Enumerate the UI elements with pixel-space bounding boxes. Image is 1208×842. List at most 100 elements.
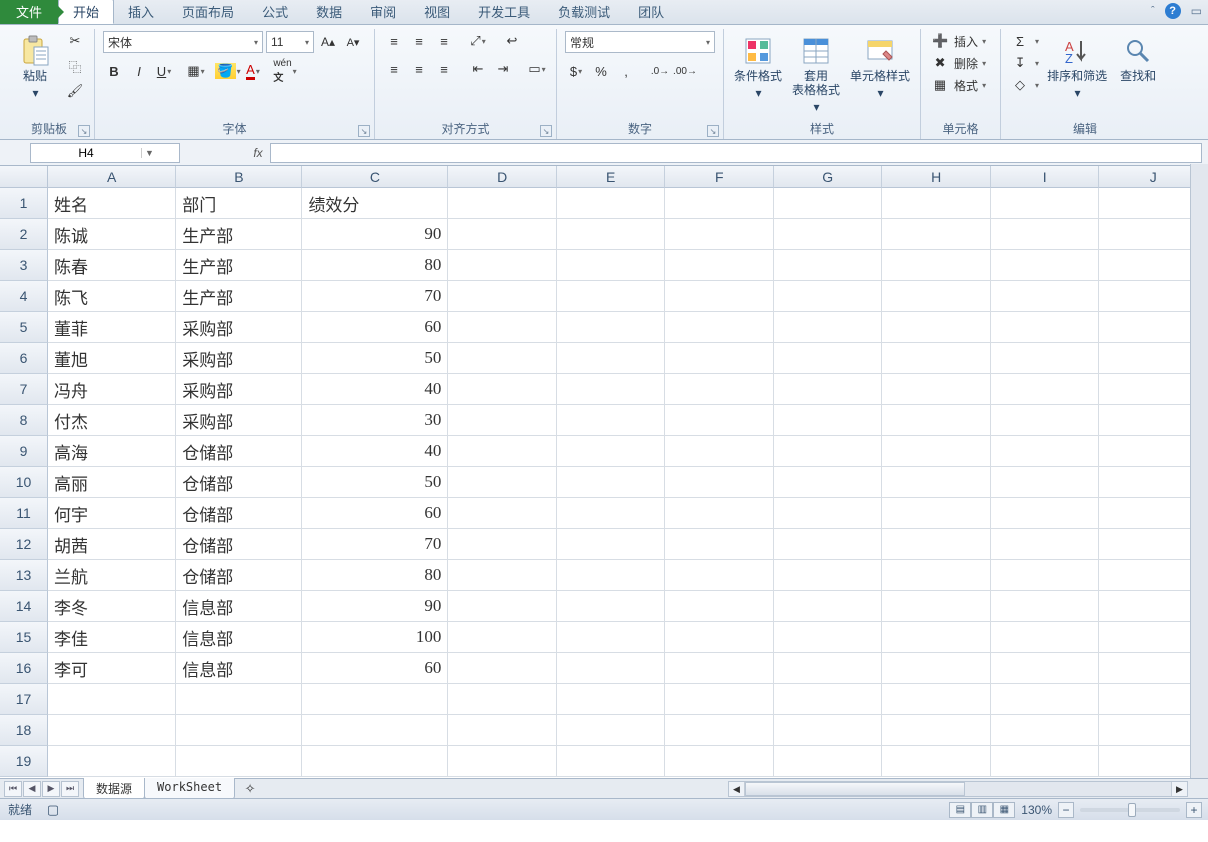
cell[interactable] <box>882 405 991 436</box>
cell[interactable]: 70 <box>302 281 448 312</box>
page-layout-view-icon[interactable]: ▥ <box>971 802 993 818</box>
cell[interactable] <box>882 312 991 343</box>
cell[interactable] <box>665 343 774 374</box>
border-button[interactable]: ▦▾ <box>185 61 207 81</box>
cell[interactable] <box>665 715 774 746</box>
cell[interactable] <box>774 343 883 374</box>
cell[interactable] <box>557 436 666 467</box>
dialog-launcher-icon[interactable]: ↘ <box>540 125 552 137</box>
column-header[interactable]: B <box>176 166 302 188</box>
cell[interactable] <box>882 653 991 684</box>
cell[interactable] <box>302 715 448 746</box>
cell[interactable]: 冯舟 <box>48 374 176 405</box>
row-header[interactable]: 13 <box>0 560 48 591</box>
dialog-launcher-icon[interactable]: ↘ <box>358 125 370 137</box>
cell[interactable] <box>774 684 883 715</box>
cell[interactable] <box>448 312 557 343</box>
cell[interactable] <box>557 281 666 312</box>
cell[interactable] <box>665 560 774 591</box>
wrap-text-icon[interactable]: ↩ <box>501 31 523 51</box>
column-header[interactable]: A <box>48 166 176 188</box>
cell[interactable]: 60 <box>302 498 448 529</box>
cell[interactable]: 采购部 <box>176 312 302 343</box>
cell[interactable] <box>557 746 666 777</box>
cell[interactable] <box>991 250 1100 281</box>
cell[interactable]: 仓储部 <box>176 529 302 560</box>
cell[interactable] <box>557 188 666 219</box>
cell[interactable] <box>991 684 1100 715</box>
align-middle-icon[interactable]: ≡ <box>408 31 430 51</box>
cell[interactable] <box>665 219 774 250</box>
tab-数据[interactable]: 数据 <box>302 0 356 24</box>
cell[interactable] <box>991 529 1100 560</box>
cell[interactable] <box>448 591 557 622</box>
cell[interactable] <box>448 498 557 529</box>
cell[interactable] <box>991 467 1100 498</box>
cell[interactable] <box>991 436 1100 467</box>
sheet-tab[interactable]: WorkSheet <box>144 778 235 800</box>
decrease-font-icon[interactable]: A▾ <box>342 32 364 52</box>
row-header[interactable]: 17 <box>0 684 48 715</box>
cell[interactable] <box>774 467 883 498</box>
decrease-indent-icon[interactable]: ⇤ <box>467 59 489 79</box>
cell[interactable] <box>774 746 883 777</box>
cell[interactable] <box>665 746 774 777</box>
bold-button[interactable]: B <box>103 61 125 81</box>
cell[interactable]: 40 <box>302 374 448 405</box>
cell[interactable]: 采购部 <box>176 374 302 405</box>
cell[interactable]: 仓储部 <box>176 560 302 591</box>
column-header[interactable]: F <box>665 166 774 188</box>
cell[interactable] <box>557 498 666 529</box>
cell[interactable]: 40 <box>302 436 448 467</box>
cell[interactable]: 90 <box>302 219 448 250</box>
macro-record-icon[interactable]: ▢ <box>42 800 64 820</box>
cell[interactable] <box>665 436 774 467</box>
cell[interactable]: 70 <box>302 529 448 560</box>
row-header[interactable]: 15 <box>0 622 48 653</box>
cut-icon[interactable]: ✂ <box>64 31 86 51</box>
cell[interactable] <box>557 715 666 746</box>
delete-button[interactable]: ✖删除▾ <box>929 53 986 73</box>
normal-view-icon[interactable]: ▤ <box>949 802 971 818</box>
cell[interactable] <box>176 715 302 746</box>
fill-color-button[interactable]: 🪣▾ <box>217 61 239 81</box>
font-size-combo[interactable]: 11▾ <box>266 31 314 53</box>
cell[interactable] <box>882 591 991 622</box>
conditional-format-button[interactable]: 条件格式▾ <box>732 31 784 105</box>
increase-font-icon[interactable]: A▴ <box>317 32 339 52</box>
cell[interactable] <box>665 281 774 312</box>
cell[interactable] <box>882 436 991 467</box>
cell[interactable] <box>557 529 666 560</box>
cell[interactable]: 信息部 <box>176 622 302 653</box>
font-name-combo[interactable]: 宋体▾ <box>103 31 263 53</box>
dialog-launcher-icon[interactable]: ↘ <box>707 125 719 137</box>
cell[interactable] <box>774 498 883 529</box>
cell[interactable]: 80 <box>302 250 448 281</box>
cell[interactable] <box>882 281 991 312</box>
sheet-nav-prev-icon[interactable]: ◀ <box>23 781 41 797</box>
autosum-button[interactable]: Σ▾ <box>1009 31 1039 51</box>
currency-icon[interactable]: $▾ <box>565 61 587 81</box>
cell[interactable]: 胡茜 <box>48 529 176 560</box>
cell[interactable] <box>774 560 883 591</box>
cell[interactable] <box>665 684 774 715</box>
page-break-view-icon[interactable]: ▦ <box>993 802 1015 818</box>
cell[interactable]: 60 <box>302 653 448 684</box>
zoom-slider[interactable] <box>1080 808 1180 812</box>
cell[interactable] <box>448 343 557 374</box>
cell[interactable]: 信息部 <box>176 653 302 684</box>
orientation-icon[interactable]: ⤢▾ <box>467 31 489 51</box>
row-header[interactable]: 18 <box>0 715 48 746</box>
row-header[interactable]: 5 <box>0 312 48 343</box>
cell[interactable]: 绩效分 <box>302 188 448 219</box>
cell[interactable] <box>448 219 557 250</box>
cell[interactable] <box>557 467 666 498</box>
cell[interactable]: 30 <box>302 405 448 436</box>
cell[interactable] <box>665 622 774 653</box>
sheet-nav-first-icon[interactable]: ⏮ <box>4 781 22 797</box>
cell[interactable] <box>882 715 991 746</box>
cell[interactable] <box>991 405 1100 436</box>
comma-icon[interactable]: , <box>615 61 637 81</box>
cell[interactable] <box>448 188 557 219</box>
column-header[interactable]: E <box>557 166 666 188</box>
